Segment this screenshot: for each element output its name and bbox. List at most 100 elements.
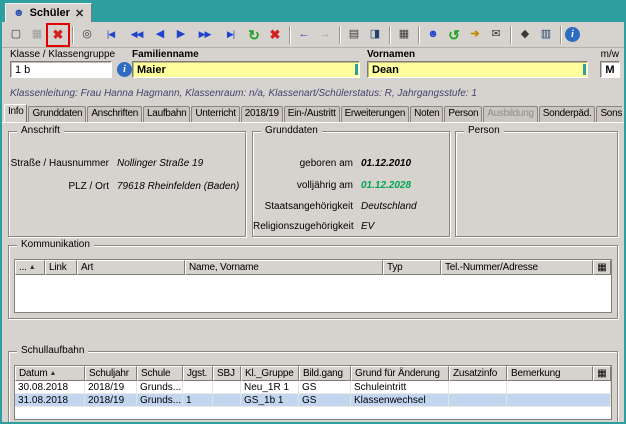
schullaufbahn-row[interactable]: 31.08.2018 2018/19 Grunds... 1 GS_1b 1 G…: [15, 394, 611, 407]
list-button[interactable]: ▦: [394, 25, 414, 45]
tab-unterricht[interactable]: Unterricht: [191, 106, 239, 122]
tab-grunddaten[interactable]: Grunddaten: [28, 106, 86, 122]
cell-bildgang: GS: [299, 394, 351, 407]
next-record-button[interactable]: ▶: [171, 25, 191, 45]
fast-next-button[interactable]: ▶▶: [192, 25, 217, 45]
tab-anschriften[interactable]: Anschriften: [87, 106, 142, 122]
kommunikation-title: Kommunikation: [17, 239, 94, 250]
religion-row: Religionszugehörigkeit EV: [253, 221, 445, 232]
geboren-value: 01.12.2010: [353, 158, 411, 169]
anschrift-title: Anschrift: [17, 125, 64, 136]
column-name-vorname[interactable]: Name, Vorname: [185, 260, 383, 275]
tab-close-icon[interactable]: ✕: [75, 7, 84, 20]
familienname-input[interactable]: Maier: [132, 61, 360, 78]
nav-back-button[interactable]: ←: [294, 25, 314, 45]
column-art[interactable]: Art: [77, 260, 185, 275]
new-record-button[interactable]: ▢: [6, 25, 26, 45]
tab-erweiterungen[interactable]: Erweiterungen: [341, 106, 410, 122]
column-link[interactable]: Link: [45, 260, 77, 275]
klasse-input[interactable]: 1 b: [10, 61, 112, 78]
schullaufbahn-row[interactable]: 30.08.2018 2018/19 Grunds... Neu_1R 1 GS…: [15, 381, 611, 394]
tab-laufbahn[interactable]: Laufbahn: [143, 106, 190, 122]
kommunikation-grid: ...▲ Link Art Name, Vorname Typ Tel.-Num…: [14, 259, 612, 313]
cell-datum: 30.08.2018: [15, 381, 85, 394]
cancel-button[interactable]: ✖: [265, 25, 285, 45]
tab-schueler-label: Schüler: [30, 7, 70, 19]
column-datum[interactable]: Datum▲: [15, 366, 85, 381]
tab-info[interactable]: Info: [4, 104, 27, 122]
column-selector-button[interactable]: ▦: [593, 366, 611, 381]
field-flag: [583, 64, 586, 75]
column-typ[interactable]: Typ: [383, 260, 441, 275]
last-record-button[interactable]: ▶|: [218, 25, 243, 45]
settings-button[interactable]: ◆: [515, 25, 535, 45]
fast-prior-button[interactable]: ◀◀: [124, 25, 149, 45]
document-tabbar: ☻ Schüler ✕: [2, 2, 624, 22]
cell-bemerkung: [507, 381, 611, 394]
statistics-button[interactable]: ▥: [536, 25, 556, 45]
geboren-row: geboren am 01.12.2010: [253, 158, 445, 169]
schullaufbahn-title: Schullaufbahn: [17, 345, 88, 356]
grunddaten-title: Grunddaten: [261, 125, 322, 136]
mail-button[interactable]: ✉: [486, 25, 506, 45]
column-sbj[interactable]: SBJ: [213, 366, 241, 381]
schullaufbahn-section: Schullaufbahn Datum▲ Schuljahr Schule Jg…: [8, 351, 618, 424]
person-title: Person: [464, 125, 504, 136]
tab-ein-austritt[interactable]: Ein-/Austritt: [284, 106, 340, 122]
students-button[interactable]: ☻: [423, 25, 443, 45]
print-preview-button[interactable]: ◨: [365, 25, 385, 45]
column-bemerkung[interactable]: Bemerkung: [507, 366, 593, 381]
toolbar-separator: [339, 26, 340, 44]
volljaehrig-label: volljährig am: [253, 180, 353, 191]
info-button[interactable]: i: [565, 27, 580, 42]
klasse-info-icon[interactable]: i: [117, 62, 132, 77]
prior-record-button[interactable]: ◀: [150, 25, 170, 45]
column-selector-button[interactable]: ▦: [593, 260, 611, 275]
cell-bemerkung: [507, 394, 611, 407]
tab-sonderpaed[interactable]: Sonderpäd.: [539, 106, 596, 122]
volljaehrig-row: volljährig am 01.12.2028: [253, 180, 445, 191]
column-tel-adresse[interactable]: Tel.-Nummer/Adresse: [441, 260, 593, 275]
tab-person[interactable]: Person: [444, 106, 482, 122]
vornamen-input[interactable]: Dean: [367, 61, 588, 78]
religion-label: Religionszugehörigkeit: [253, 221, 353, 232]
cell-sbj: [213, 394, 241, 407]
print-button[interactable]: ▤: [344, 25, 364, 45]
kommunikation-grid-body[interactable]: [15, 275, 611, 312]
cell-sbj: [213, 381, 241, 394]
nav-forward-button[interactable]: →: [315, 25, 335, 45]
strasse-value: Nollinger Straße 19: [109, 158, 203, 169]
toolbar-separator: [72, 26, 73, 44]
column-kl-gruppe[interactable]: Kl._Gruppe: [241, 366, 299, 381]
cell-bildgang: GS: [299, 381, 351, 394]
search-button[interactable]: ◎: [77, 25, 97, 45]
tab-schueler[interactable]: ☻ Schüler ✕: [5, 3, 92, 22]
tab-noten[interactable]: Noten: [410, 106, 443, 122]
student-header-form: Klasse / Klassengruppe 1 b i Familiennam…: [2, 48, 624, 88]
column-jgst[interactable]: Jgst.: [183, 366, 213, 381]
column-marker[interactable]: ...▲: [15, 260, 45, 275]
export-button[interactable]: ➔: [465, 25, 485, 45]
cell-grund: Klassenwechsel: [351, 394, 449, 407]
save-button[interactable]: ▦: [27, 25, 47, 45]
refresh-button[interactable]: ↻: [244, 25, 264, 45]
column-schuljahr[interactable]: Schuljahr: [85, 366, 137, 381]
column-zusatzinfo[interactable]: Zusatzinfo: [449, 366, 507, 381]
column-grund[interactable]: Grund für Änderung: [351, 366, 449, 381]
person-section: Person: [455, 131, 618, 237]
column-schule[interactable]: Schule: [137, 366, 183, 381]
tab-sonstiges[interactable]: Sonstiges: [596, 106, 622, 122]
geboren-label: geboren am: [253, 158, 353, 169]
toolbar-separator: [418, 26, 419, 44]
mw-input[interactable]: M: [600, 61, 620, 78]
grunddaten-section: Grunddaten geboren am 01.12.2010 volljäh…: [252, 131, 450, 237]
reload-data-button[interactable]: ↺: [444, 25, 464, 45]
tab-schuljahr[interactable]: 2018/19: [241, 106, 283, 122]
column-bildgang[interactable]: Bild.gang: [299, 366, 351, 381]
cell-kl-gruppe: Neu_1R 1: [241, 381, 299, 394]
field-flag: [355, 64, 358, 75]
plz-ort-label: PLZ / Ort: [9, 181, 109, 192]
mw-label: m/w: [601, 49, 619, 60]
delete-button[interactable]: ✖: [48, 25, 68, 45]
first-record-button[interactable]: |◀: [98, 25, 123, 45]
